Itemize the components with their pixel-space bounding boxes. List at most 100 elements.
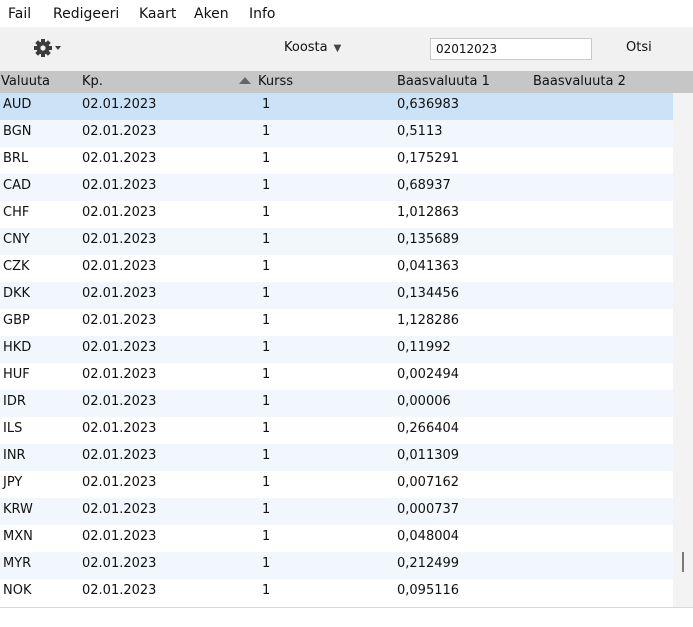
caret-down-icon: ▼ — [333, 43, 342, 54]
table-row[interactable]: AUD 02.01.2023 1 0,636983 — [0, 93, 673, 120]
table-row[interactable]: BGN 02.01.2023 1 0,5113 — [0, 120, 673, 147]
vertical-scrollbar[interactable] — [673, 93, 693, 607]
date-cell: 02.01.2023 — [82, 529, 157, 544]
table-row[interactable]: MXN 02.01.2023 1 0,048004 — [0, 525, 673, 552]
base-currency-1-cell: 0,135689 — [397, 232, 460, 247]
koosta-dropdown[interactable]: Koosta ▼ — [284, 40, 341, 55]
column-header-kurss[interactable]: Kurss — [258, 74, 293, 89]
currency-cell: KRW — [3, 502, 33, 517]
rate-cell: 1 — [262, 556, 271, 571]
rate-cell: 1 — [262, 178, 271, 193]
menu-item-aken[interactable]: Aken — [194, 6, 229, 22]
table-row[interactable]: CNY 02.01.2023 1 0,135689 — [0, 228, 673, 255]
base-currency-1-cell: 0,175291 — [397, 151, 460, 166]
table-row[interactable]: GBP 02.01.2023 1 1,128286 — [0, 309, 673, 336]
toolbar: Koosta ▼ Otsi — [0, 27, 693, 71]
rate-cell: 1 — [262, 259, 271, 274]
table-row[interactable]: NOK 02.01.2023 1 0,095116 — [0, 579, 673, 606]
currency-cell: BRL — [3, 151, 29, 166]
base-currency-1-cell: 0,266404 — [397, 421, 460, 436]
column-header-baasvaluuta-1[interactable]: Baasvaluuta 1 — [397, 74, 490, 89]
rate-cell: 1 — [262, 367, 271, 382]
rate-cell: 1 — [262, 502, 271, 517]
table-row[interactable]: DKK 02.01.2023 1 0,134456 — [0, 282, 673, 309]
date-cell: 02.01.2023 — [82, 124, 157, 139]
rate-cell: 1 — [262, 340, 271, 355]
currency-cell: HKD — [3, 340, 32, 355]
table-row[interactable]: BRL 02.01.2023 1 0,175291 — [0, 147, 673, 174]
base-currency-1-cell: 1,128286 — [397, 313, 460, 328]
table-row[interactable]: CAD 02.01.2023 1 0,68937 — [0, 174, 673, 201]
menu-item-kaart[interactable]: Kaart — [139, 6, 176, 22]
gear-icon — [34, 39, 61, 57]
otsi-button[interactable]: Otsi — [626, 40, 652, 55]
date-cell: 02.01.2023 — [82, 313, 157, 328]
table-row[interactable]: CZK 02.01.2023 1 0,041363 — [0, 255, 673, 282]
date-cell: 02.01.2023 — [82, 97, 157, 112]
base-currency-1-cell: 0,041363 — [397, 259, 460, 274]
base-currency-1-cell: 1,012863 — [397, 205, 460, 220]
rate-cell: 1 — [262, 313, 271, 328]
base-currency-1-cell: 0,011309 — [397, 448, 460, 463]
date-cell: 02.01.2023 — [82, 502, 157, 517]
table-row[interactable]: HUF 02.01.2023 1 0,002494 — [0, 363, 673, 390]
sort-ascending-icon[interactable] — [239, 77, 251, 84]
rate-cell: 1 — [262, 421, 271, 436]
currency-cell: CZK — [3, 259, 30, 274]
table-row[interactable]: JPY 02.01.2023 1 0,007162 — [0, 471, 673, 498]
column-header-valuuta[interactable]: Valuuta — [1, 74, 50, 89]
date-cell: 02.01.2023 — [82, 421, 157, 436]
table-row[interactable]: CHF 02.01.2023 1 1,012863 — [0, 201, 673, 228]
date-cell: 02.01.2023 — [82, 178, 157, 193]
table-row[interactable]: MYR 02.01.2023 1 0,212499 — [0, 552, 673, 579]
currency-cell: NOK — [3, 583, 32, 598]
table-header: Valuuta Kp. Kurss Baasvaluuta 1 Baasvalu… — [0, 71, 693, 93]
currency-cell: ILS — [3, 421, 23, 436]
rate-cell: 1 — [262, 124, 271, 139]
currency-cell: HUF — [3, 367, 30, 382]
currency-cell: BGN — [3, 124, 32, 139]
rate-cell: 1 — [262, 529, 271, 544]
rate-cell: 1 — [262, 97, 271, 112]
menu-item-fail[interactable]: Fail — [8, 6, 31, 22]
settings-menu-button[interactable] — [33, 37, 63, 59]
rate-cell: 1 — [262, 151, 271, 166]
base-currency-1-cell: 0,007162 — [397, 475, 460, 490]
koosta-label: Koosta — [284, 40, 328, 55]
rate-cell: 1 — [262, 205, 271, 220]
menu-bar: Fail Redigeeri Kaart Aken Info — [0, 0, 693, 27]
currency-cell: IDR — [3, 394, 26, 409]
base-currency-1-cell: 0,00006 — [397, 394, 451, 409]
base-currency-1-cell: 0,68937 — [397, 178, 451, 193]
currency-cell: CHF — [3, 205, 30, 220]
menu-item-redigeeri[interactable]: Redigeeri — [53, 6, 119, 22]
currency-cell: DKK — [3, 286, 31, 301]
rate-cell: 1 — [262, 475, 271, 490]
base-currency-1-cell: 0,000737 — [397, 502, 460, 517]
column-header-kp[interactable]: Kp. — [82, 74, 103, 89]
table-row[interactable]: HKD 02.01.2023 1 0,11992 — [0, 336, 673, 363]
table-row[interactable]: KRW 02.01.2023 1 0,000737 — [0, 498, 673, 525]
base-currency-1-cell: 0,134456 — [397, 286, 460, 301]
date-cell: 02.01.2023 — [82, 205, 157, 220]
menu-item-info[interactable]: Info — [249, 6, 276, 22]
base-currency-1-cell: 0,5113 — [397, 124, 443, 139]
base-currency-1-cell: 0,212499 — [397, 556, 460, 571]
date-cell: 02.01.2023 — [82, 448, 157, 463]
currency-cell: MXN — [3, 529, 33, 544]
date-search-input[interactable] — [430, 38, 592, 60]
table-row[interactable]: IDR 02.01.2023 1 0,00006 — [0, 390, 673, 417]
base-currency-1-cell: 0,002494 — [397, 367, 460, 382]
currency-cell: MYR — [3, 556, 32, 571]
currency-cell: JPY — [3, 475, 23, 490]
date-cell: 02.01.2023 — [82, 556, 157, 571]
table-row[interactable]: ILS 02.01.2023 1 0,266404 — [0, 417, 673, 444]
table-row[interactable]: INR 02.01.2023 1 0,011309 — [0, 444, 673, 471]
scrollbar-thumb[interactable] — [682, 552, 684, 572]
currency-cell: INR — [3, 448, 26, 463]
rate-cell: 1 — [262, 448, 271, 463]
base-currency-1-cell: 0,636983 — [397, 97, 460, 112]
rate-cell: 1 — [262, 232, 271, 247]
date-cell: 02.01.2023 — [82, 286, 157, 301]
column-header-baasvaluuta-2[interactable]: Baasvaluuta 2 — [533, 74, 626, 89]
